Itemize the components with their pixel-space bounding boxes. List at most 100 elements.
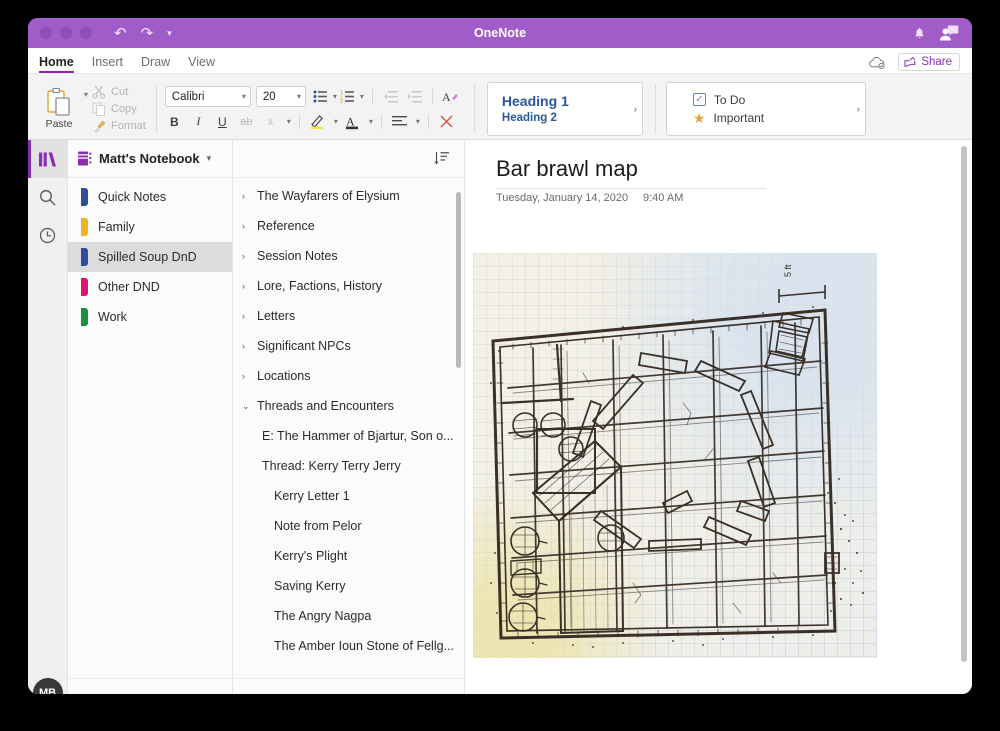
page-item[interactable]: The Angry Nagpa	[233, 601, 464, 631]
page-content[interactable]: Bar brawl map Tuesday, January 14, 2020 …	[465, 140, 972, 694]
page-item[interactable]: › The Wayfarers of Elysium	[233, 181, 464, 211]
cloud-sync-icon[interactable]	[868, 56, 886, 69]
hand-drawn-tavern-floor-plan[interactable]: 5 ft	[473, 253, 877, 658]
pages-header	[233, 140, 464, 178]
chevron-down-icon[interactable]: ▾	[207, 153, 212, 164]
avatar[interactable]: MB	[32, 678, 63, 694]
pages-scrollbar[interactable]	[456, 192, 461, 368]
page-time[interactable]: 9:40 AM	[643, 192, 683, 204]
styles-gallery[interactable]: Heading 1 Heading 2 ›	[486, 81, 643, 136]
format-painter-button[interactable]: Format	[92, 119, 146, 133]
section-item-quick-notes[interactable]: Quick Notes	[68, 182, 232, 212]
paste-button[interactable]: Paste	[36, 87, 82, 130]
bullets-dropdown-icon[interactable]: ▾	[333, 92, 337, 101]
copy-button[interactable]: Copy	[92, 102, 146, 116]
section-item-spilled-soup-dnd[interactable]: Spilled Soup DnD	[68, 242, 232, 272]
section-item-family[interactable]: Family	[68, 212, 232, 242]
rail-item-notebooks[interactable]	[28, 140, 68, 178]
rail-item-search[interactable]	[28, 178, 68, 216]
align-left-icon[interactable]	[390, 112, 409, 131]
style-heading-1[interactable]: Heading 1	[502, 93, 569, 109]
page-label: The Angry Nagpa	[274, 609, 372, 623]
clear-formatting-icon[interactable]: A	[441, 87, 460, 106]
font-size-select[interactable]: 20 ▾	[255, 86, 306, 107]
page-date[interactable]: Tuesday, January 14, 2020	[496, 192, 628, 204]
bold-button[interactable]: B	[165, 112, 184, 131]
account-person-icon[interactable]	[939, 25, 959, 41]
tag-to-do-label: To Do	[713, 92, 746, 107]
page-title[interactable]: Bar brawl map	[496, 156, 638, 182]
tab-view[interactable]: View	[188, 55, 215, 73]
font-color-dropdown-icon[interactable]: ▾	[369, 117, 373, 126]
cut-button[interactable]: Cut	[92, 85, 146, 99]
page-label: Kerry Letter 1	[274, 489, 350, 503]
font-family-select[interactable]: Calibri ▾	[164, 86, 251, 107]
content-vertical-scrollbar[interactable]	[961, 146, 967, 662]
highlight-dropdown-icon[interactable]: ▾	[334, 117, 338, 126]
style-heading-2[interactable]: Heading 2	[502, 112, 569, 124]
delete-red-x-icon[interactable]	[437, 112, 456, 131]
share-button[interactable]: Share	[898, 53, 960, 71]
tags-gallery[interactable]: ✓ To Do ★ Important ›	[665, 81, 866, 136]
notebook-selector[interactable]: Matt's Notebook ▾	[68, 140, 232, 178]
page-item[interactable]: ⌄ Threads and Encounters	[233, 391, 464, 421]
section-item-other-dnd[interactable]: Other DND	[68, 272, 232, 302]
sort-pages-icon[interactable]	[433, 151, 450, 167]
add-page-button[interactable]: Add page	[233, 678, 464, 694]
chevron-right-icon[interactable]: ›	[242, 281, 251, 291]
tab-home[interactable]: Home	[39, 55, 74, 73]
chevron-right-icon[interactable]: ›	[242, 371, 251, 381]
page-item[interactable]: The Amber Ioun Stone of Fellg...	[233, 631, 464, 661]
decrease-indent-icon[interactable]	[381, 87, 400, 106]
page-item[interactable]: › Letters	[233, 301, 464, 331]
window-controls[interactable]	[40, 27, 92, 39]
tab-insert[interactable]: Insert	[92, 55, 123, 73]
page-item[interactable]: › Significant NPCs	[233, 331, 464, 361]
styles-expand-icon[interactable]: ›	[634, 104, 637, 114]
chevron-down-icon: ▾	[296, 92, 301, 101]
subscript-button[interactable]: x	[261, 112, 280, 131]
tag-to-do[interactable]: ✓ To Do	[692, 92, 865, 107]
chevron-right-icon[interactable]: ›	[242, 221, 251, 231]
page-item[interactable]: Saving Kerry	[233, 571, 464, 601]
highlighter-icon[interactable]	[308, 112, 327, 131]
page-item[interactable]: › Lore, Factions, History	[233, 271, 464, 301]
page-item[interactable]: Kerry Letter 1	[233, 481, 464, 511]
italic-button[interactable]: I	[189, 112, 208, 131]
bulleted-list-icon[interactable]	[311, 87, 330, 106]
page-item[interactable]: Kerry's Plight	[233, 541, 464, 571]
add-section-button[interactable]: Add section	[68, 678, 232, 694]
chevron-right-icon[interactable]: ›	[242, 341, 251, 351]
tab-draw[interactable]: Draw	[141, 55, 170, 73]
customize-toolbar-icon[interactable]: ▾	[167, 28, 172, 38]
chevron-right-icon[interactable]: ›	[242, 311, 251, 321]
page-item[interactable]: › Locations	[233, 361, 464, 391]
paste-dropdown-icon[interactable]: ▾	[84, 90, 88, 99]
tags-expand-icon[interactable]: ›	[857, 104, 860, 114]
section-item-work[interactable]: Work	[68, 302, 232, 332]
undo-icon[interactable]: ↶	[114, 26, 127, 41]
numbering-dropdown-icon[interactable]: ▾	[360, 92, 364, 101]
align-dropdown-icon[interactable]: ▾	[416, 117, 420, 126]
chevron-down-icon[interactable]: ⌄	[242, 401, 251, 412]
redo-icon[interactable]: ↷	[141, 26, 154, 41]
close-window-button[interactable]	[40, 27, 52, 39]
font-color-icon[interactable]: A	[343, 112, 362, 131]
rail-item-recent[interactable]	[28, 216, 68, 254]
subscript-dropdown-icon[interactable]: ▾	[287, 117, 291, 126]
page-item[interactable]: › Session Notes	[233, 241, 464, 271]
tag-important[interactable]: ★ Important	[693, 111, 865, 125]
increase-indent-icon[interactable]	[405, 87, 424, 106]
strikethrough-button[interactable]: ab	[237, 112, 256, 131]
chevron-right-icon[interactable]: ›	[242, 251, 251, 261]
notifications-bell-icon[interactable]	[913, 27, 926, 40]
minimize-window-button[interactable]	[60, 27, 72, 39]
maximize-window-button[interactable]	[80, 27, 92, 39]
page-item[interactable]: Note from Pelor	[233, 511, 464, 541]
chevron-right-icon[interactable]: ›	[242, 191, 251, 201]
underline-button[interactable]: U	[213, 112, 232, 131]
page-item[interactable]: E: The Hammer of Bjartur, Son o...	[233, 421, 464, 451]
page-item[interactable]: Thread: Kerry Terry Jerry	[233, 451, 464, 481]
page-item[interactable]: › Reference	[233, 211, 464, 241]
numbered-list-icon[interactable]: 1 2 3	[338, 87, 357, 106]
